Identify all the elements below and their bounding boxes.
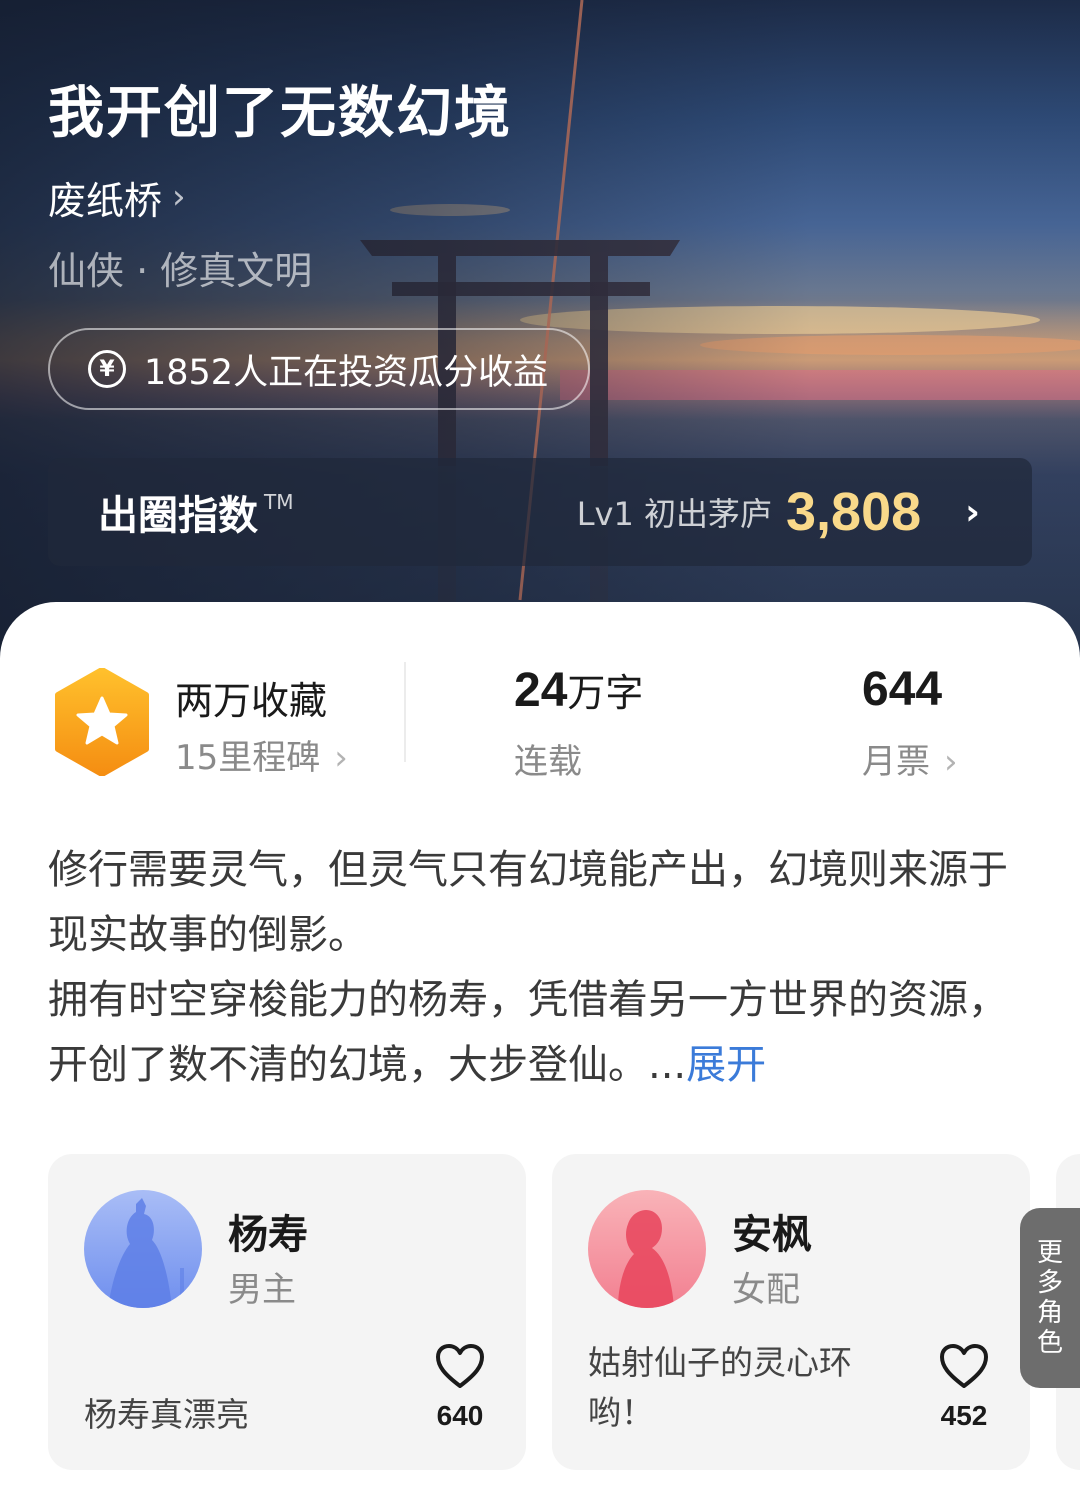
synopsis-text: 拥有时空穿梭能力的杨寿，凭借着另一方世界的资源，开创了数不清的幻境，大步登仙。.…	[48, 977, 1008, 1088]
stats-row: 两万收藏 15里程碑 › 24万字 连载 644 月票 ›	[0, 662, 1080, 792]
character-name: 安枫	[732, 1212, 812, 1258]
author-name: 废纸桥	[48, 178, 163, 223]
monthly-ticket-count: 644	[862, 663, 943, 716]
more-characters-label: 更	[1036, 1238, 1063, 1268]
chevron-right-icon: ›	[334, 738, 348, 778]
genre-tags: 仙侠 · 修真文明	[48, 249, 313, 293]
serial-status: 连载	[514, 742, 582, 782]
book-title: 我开创了无数幻境	[48, 80, 512, 146]
synopsis: 修行需要灵气，但灵气只有幻境能产出，幻境则来源于现实故事的倒影。 拥有时空穿梭能…	[48, 838, 1038, 1098]
chevron-right-icon: ›	[944, 742, 958, 782]
more-characters-label: 角	[1036, 1298, 1063, 1328]
index-label-text: 出圈指数	[98, 493, 258, 539]
index-score: 3,808	[786, 482, 922, 542]
popularity-index-bar[interactable]: 出圈指数 TM Lv1 初出茅庐 3,808 ›	[48, 458, 1032, 566]
more-characters-label: 多	[1036, 1268, 1063, 1298]
yen-icon: ¥	[88, 350, 126, 388]
chevron-right-icon: ›	[965, 491, 980, 533]
male-silhouette-icon	[84, 1190, 202, 1308]
female-silhouette-icon	[588, 1190, 706, 1308]
character-comment: 姑射仙子的灵心环哟！	[588, 1343, 852, 1432]
word-count-value: 24万字	[514, 662, 643, 718]
invest-button[interactable]: ¥ 1852人正在投资瓜分收益	[48, 328, 590, 410]
milestone-text: 15里程碑	[175, 738, 321, 778]
character-comment: 杨寿真漂亮	[84, 1395, 249, 1434]
avatar	[84, 1190, 202, 1308]
trademark-mark: TM	[264, 490, 294, 514]
index-level: Lv1 初出茅庐	[576, 495, 773, 533]
book-detail-card: 两万收藏 15里程碑 › 24万字 连载 644 月票 › 修行需要灵气，但灵气只有…	[0, 602, 1080, 1499]
synopsis-paragraph: 修行需要灵气，但灵气只有幻境能产出，幻境则来源于现实故事的倒影。	[48, 847, 1008, 958]
heart-icon[interactable]	[434, 1342, 486, 1390]
index-values: Lv1 初出茅庐 3,808 ›	[577, 481, 1032, 543]
monthly-ticket-text: 月票	[862, 742, 930, 782]
invest-text: 1852人正在投资瓜分收益	[144, 352, 549, 393]
favorites-title: 两万收藏	[175, 679, 328, 723]
word-count-number: 24	[514, 664, 568, 717]
star-icon	[55, 668, 149, 776]
character-card[interactable]: 安枫 女配 姑射仙子的灵心环哟！ 452	[552, 1154, 1030, 1470]
character-name: 杨寿	[228, 1212, 308, 1258]
chevron-right-icon: ›	[172, 177, 186, 217]
more-characters-label: 色	[1036, 1328, 1063, 1358]
author-link[interactable]: 废纸桥 ›	[48, 170, 186, 224]
more-characters-button[interactable]: 更 多 角 色	[1020, 1208, 1080, 1388]
like-count: 452	[940, 1400, 988, 1431]
character-role: 男主	[228, 1270, 296, 1310]
stat-divider	[404, 662, 406, 762]
milestone-link[interactable]: 15里程碑 ›	[175, 730, 348, 779]
like-count: 640	[436, 1400, 484, 1431]
expand-link[interactable]: 展开	[686, 1042, 766, 1088]
character-role: 女配	[732, 1270, 800, 1310]
synopsis-paragraph: 拥有时空穿梭能力的杨寿，凭借着另一方世界的资源，开创了数不清的幻境，大步登仙。.…	[48, 968, 1038, 1098]
index-label: 出圈指数 TM	[98, 483, 293, 541]
avatar	[588, 1190, 706, 1308]
character-card[interactable]: 杨寿 男主 杨寿真漂亮 640	[48, 1154, 526, 1470]
book-cover-hero: 我开创了无数幻境 废纸桥 › 仙侠 · 修真文明 ¥ 1852人正在投资瓜分收益…	[0, 0, 1080, 660]
word-count-unit: 万字	[567, 671, 644, 715]
heart-icon[interactable]	[938, 1342, 990, 1390]
monthly-ticket-label: 月票 ›	[862, 734, 958, 783]
